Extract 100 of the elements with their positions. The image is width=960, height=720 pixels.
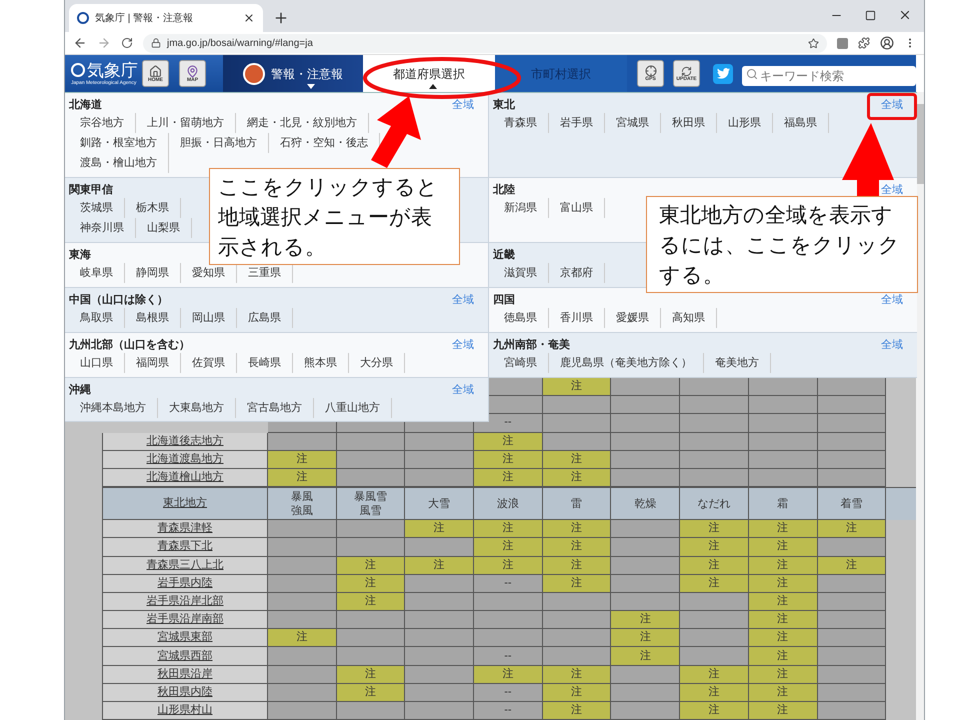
- all-area-link[interactable]: 全域: [452, 336, 474, 354]
- table-cell: [405, 611, 474, 630]
- prefecture-link[interactable]: 静岡県: [125, 263, 181, 283]
- prefecture-link[interactable]: 岡山県: [181, 308, 237, 328]
- prefecture-link[interactable]: 網走・北見・紋別地方: [236, 113, 369, 133]
- table-cell: [542, 629, 612, 648]
- prefecture-link[interactable]: 愛媛県: [605, 308, 661, 328]
- prefecture-link[interactable]: 大分県: [349, 353, 405, 373]
- table-cell: 注: [680, 666, 749, 684]
- table-cell: 注: [474, 468, 543, 488]
- prefecture-link[interactable]: 山口県: [69, 353, 125, 373]
- prefecture-link[interactable]: 宮古島地方: [236, 398, 314, 418]
- prefecture-link[interactable]: 上川・留萌地方: [136, 113, 236, 133]
- table-cell: [611, 538, 680, 556]
- area-link[interactable]: 青森県津軽: [102, 520, 268, 538]
- table-cell: 注: [680, 702, 749, 720]
- prefecture-link[interactable]: 滋賀県: [493, 263, 549, 283]
- area-link[interactable]: 宮城県東部: [102, 629, 268, 648]
- profile-icon[interactable]: [880, 36, 894, 50]
- prefecture-link[interactable]: 高知県: [661, 308, 717, 328]
- prefecture-link[interactable]: 宮崎県: [493, 353, 549, 373]
- star-icon[interactable]: [808, 38, 819, 48]
- prefecture-link[interactable]: 富山県: [549, 198, 605, 218]
- area-link[interactable]: 北海道後志地方: [102, 432, 268, 451]
- bird-icon[interactable]: [713, 64, 733, 84]
- area-link[interactable]: 岩手県内陸: [102, 574, 268, 593]
- all-area-link[interactable]: 全域: [452, 96, 474, 114]
- nav-tab[interactable]: 警報・注意報: [223, 55, 363, 92]
- prefecture-link[interactable]: 宗谷地方: [69, 113, 136, 133]
- address-bar[interactable]: jma.go.jp/bosai/warning/#lang=ja: [143, 34, 827, 52]
- back-icon[interactable]: [73, 36, 87, 50]
- table-cell: [611, 414, 680, 433]
- prefecture-link[interactable]: 岩手県: [549, 113, 605, 133]
- table-cell: [611, 574, 680, 593]
- close-window-icon[interactable]: [898, 8, 912, 22]
- search-field[interactable]: キーワード検索: [742, 66, 916, 86]
- area-link[interactable]: 秋田県沿岸: [102, 666, 268, 684]
- area-link[interactable]: 青森県三八上北: [102, 556, 268, 575]
- table-cell: 注: [748, 629, 818, 648]
- table-cell: [611, 450, 680, 469]
- prefecture-link[interactable]: 神奈川県: [69, 218, 136, 238]
- prefecture-link[interactable]: 長崎県: [237, 353, 293, 373]
- prefecture-link[interactable]: 広島県: [237, 308, 293, 328]
- table-cell: 注: [542, 378, 612, 396]
- prefecture-link[interactable]: 鳥取県: [69, 308, 125, 328]
- area-link[interactable]: 岩手県沿岸南部: [102, 611, 268, 630]
- browser-tab[interactable]: 気象庁 | 警報・注意報: [69, 4, 263, 32]
- maximize-icon[interactable]: [865, 10, 876, 20]
- prefecture-link[interactable]: 香川県: [549, 308, 605, 328]
- area-link[interactable]: 秋田県内陸: [102, 684, 268, 702]
- close-icon[interactable]: [243, 12, 255, 24]
- highlight-frame: [867, 93, 917, 120]
- area-link[interactable]: 岩手県沿岸北部: [102, 592, 268, 612]
- prefecture-link[interactable]: 宮城県: [605, 113, 661, 133]
- prefecture-link[interactable]: 大東島地方: [158, 398, 236, 418]
- region-name: 中国（山口は除く）: [69, 292, 168, 308]
- prefecture-link[interactable]: 岐阜県: [69, 263, 125, 283]
- scrollbar[interactable]: [916, 92, 924, 720]
- reload-icon[interactable]: [121, 37, 133, 49]
- table-cell: [611, 666, 680, 684]
- table-cell: --: [474, 414, 543, 433]
- table-cell: 注: [680, 538, 749, 556]
- table-cell: [268, 666, 337, 684]
- prefecture-link[interactable]: 島根県: [125, 308, 181, 328]
- prefecture-link[interactable]: 熊本県: [293, 353, 349, 373]
- new-tab-icon[interactable]: [273, 10, 289, 26]
- prefecture-link[interactable]: 鹿児島県（奄美地方除く）: [549, 353, 704, 373]
- all-area-link[interactable]: 全域: [881, 182, 903, 198]
- extension-icon[interactable]: [837, 38, 848, 48]
- prefecture-link[interactable]: 栃木県: [125, 198, 181, 218]
- prefecture-link[interactable]: 青森県: [493, 113, 549, 133]
- favicon-icon: [77, 12, 89, 24]
- area-link[interactable]: 宮城県西部: [102, 647, 268, 666]
- prefecture-link[interactable]: 山梨県: [136, 218, 192, 238]
- prefecture-link[interactable]: 奄美地方: [704, 353, 771, 373]
- prefecture-link[interactable]: 八重山地方: [314, 398, 392, 418]
- prefecture-link[interactable]: 京都府: [549, 263, 605, 283]
- prefecture-link[interactable]: 胆振・日高地方: [169, 133, 269, 153]
- extensions-icon[interactable]: [858, 37, 870, 49]
- prefecture-link[interactable]: 新潟県: [493, 198, 549, 218]
- area-link[interactable]: 青森県下北: [102, 538, 268, 556]
- prefecture-link[interactable]: 福岡県: [125, 353, 181, 373]
- prefecture-link[interactable]: 秋田県: [661, 113, 717, 133]
- table-cell: [336, 432, 406, 451]
- table-cell: 注: [542, 666, 612, 684]
- all-area-link[interactable]: 全域: [881, 292, 903, 308]
- prefecture-link[interactable]: 釧路・根室地方: [69, 133, 169, 153]
- prefecture-link[interactable]: 茨城県: [69, 198, 125, 218]
- table-cell: 注: [336, 556, 406, 575]
- prefecture-link[interactable]: 山形県: [717, 113, 773, 133]
- area-link[interactable]: 北海道渡島地方: [102, 450, 268, 469]
- prefecture-link[interactable]: 沖縄本島地方: [69, 398, 158, 418]
- prefecture-link[interactable]: 佐賀県: [181, 353, 237, 373]
- area-link[interactable]: 山形県村山: [102, 702, 268, 720]
- prefecture-link[interactable]: 渡島・檜山地方: [69, 153, 169, 173]
- area-link[interactable]: 北海道檜山地方: [102, 468, 268, 488]
- prefecture-link[interactable]: 徳島県: [493, 308, 549, 328]
- table-cell: 注: [748, 611, 818, 630]
- table-cell: [680, 592, 749, 612]
- prefecture-link[interactable]: 福島県: [773, 113, 829, 133]
